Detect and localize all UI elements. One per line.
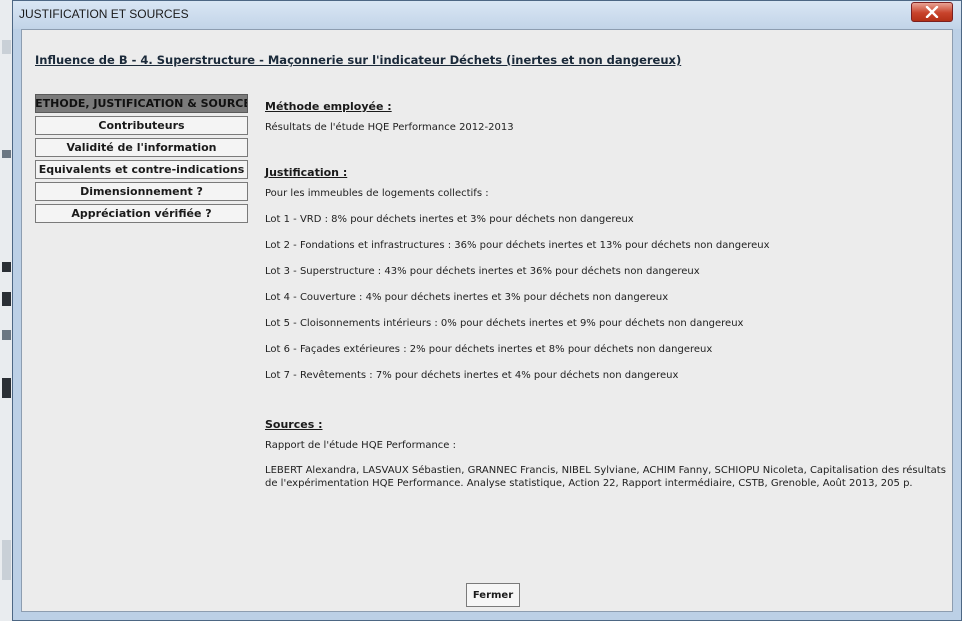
window-title: JUSTIFICATION ET SOURCES [19,7,189,21]
justification-dialog: JUSTIFICATION ET SOURCES Influence de B … [12,0,962,621]
methode-text: Résultats de l'étude HQE Performance 201… [265,122,514,133]
background-mark [2,150,11,158]
menu-contributeurs[interactable]: Contributeurs [35,116,248,135]
menu-validite-information[interactable]: Validité de l'information [35,138,248,157]
background-mark [2,330,11,340]
background-mark [2,40,11,54]
close-icon [925,6,939,18]
dialog-content: Influence de B - 4. Superstructure - Maç… [21,29,953,612]
lot-line: Lot 6 - Façades extérieures : 2% pour dé… [265,344,713,355]
sources-intro: Rapport de l'étude HQE Performance : [265,440,456,451]
menu-methode-justification-sources[interactable]: METHODE, JUSTIFICATION & SOURCES [35,94,248,113]
sources-citation: LEBERT Alexandra, LASVAUX Sébastien, GRA… [265,465,946,489]
lot-line: Lot 4 - Couverture : 4% pour déchets ine… [265,292,669,303]
methode-title: Méthode employée : [265,100,392,113]
section-menu: METHODE, JUSTIFICATION & SOURCES Contrib… [35,94,248,226]
lot-line: Lot 7 - Revêtements : 7% pour déchets in… [265,370,679,381]
background-mark [2,262,11,272]
influence-heading: Influence de B - 4. Superstructure - Maç… [35,53,682,67]
justification-title: Justification : [265,166,348,179]
close-button[interactable] [911,2,953,22]
lot-line: Lot 2 - Fondations et infrastructures : … [265,240,770,251]
lot-line: Lot 3 - Superstructure : 43% pour déchet… [265,266,700,277]
fermer-button[interactable]: Fermer [466,583,520,607]
sources-title: Sources : [265,418,323,431]
title-bar: JUSTIFICATION ET SOURCES [13,1,961,29]
background-mark [2,540,11,580]
background-mark [2,378,11,398]
background-mark [2,292,11,306]
lot-line: Lot 1 - VRD : 8% pour déchets inertes et… [265,214,634,225]
justification-intro: Pour les immeubles de logements collecti… [265,188,489,199]
menu-appreciation-verifiee[interactable]: Appréciation vérifiée ? [35,204,248,223]
lot-line: Lot 5 - Cloisonnements intérieurs : 0% p… [265,318,744,329]
menu-equivalents-contre-indications[interactable]: Equivalents et contre-indications [35,160,248,179]
menu-dimensionnement[interactable]: Dimensionnement ? [35,182,248,201]
